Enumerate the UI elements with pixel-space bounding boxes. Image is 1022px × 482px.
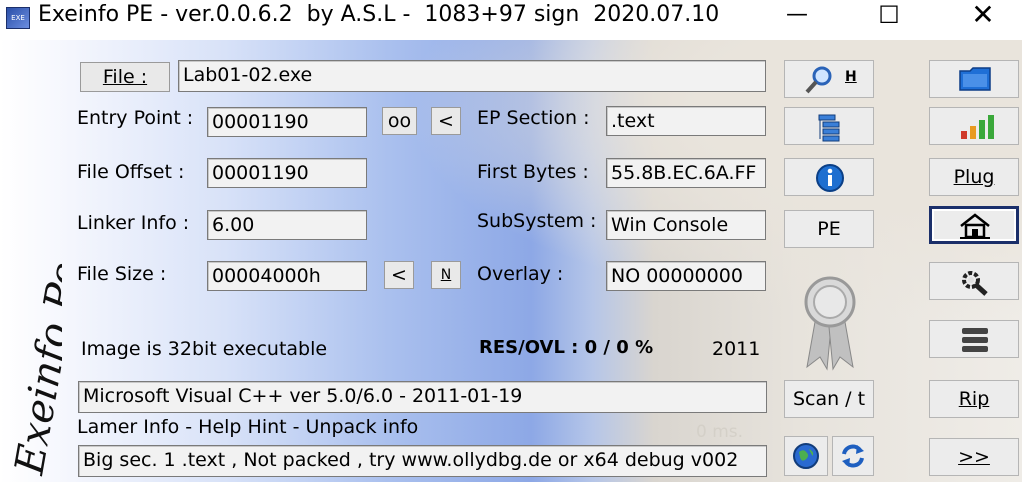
home-button[interactable]: [929, 206, 1019, 244]
refresh-icon: [842, 444, 864, 468]
maximize-button[interactable]: ☐: [866, 0, 912, 32]
bar-chart-icon: [961, 115, 994, 139]
award-ribbon-icon: [804, 276, 856, 371]
plug-label: Plug: [953, 166, 995, 188]
subsystem-label: SubSystem :: [477, 210, 597, 232]
logo-text: Exeinfo Pe: [6, 259, 62, 479]
open-folder-button[interactable]: [929, 60, 1019, 98]
minimize-button[interactable]: —: [774, 0, 820, 32]
hint-field[interactable]: Big sec. 1 .text , Not packed , try www.…: [78, 445, 767, 477]
next-button[interactable]: >>: [929, 438, 1019, 476]
ep-section-field[interactable]: .text: [606, 106, 766, 136]
n-button[interactable]: N: [431, 261, 461, 289]
next-label: >>: [958, 446, 990, 468]
menu-button[interactable]: [929, 320, 1019, 358]
scan-button[interactable]: Scan / t: [784, 380, 874, 418]
main-panel: Exeinfo Pe File : Lab01-02.exe Entry Poi…: [0, 40, 1022, 482]
refresh-button[interactable]: [832, 436, 874, 476]
magnifier-icon: [805, 66, 832, 94]
pe-button[interactable]: PE: [784, 210, 874, 248]
overlay-field[interactable]: NO 00000000: [606, 261, 766, 291]
rip-button[interactable]: Rip: [929, 380, 1019, 418]
file-name-field[interactable]: Lab01-02.exe: [178, 60, 766, 92]
file-offset-label: File Offset :: [77, 161, 185, 183]
info-button[interactable]: [784, 158, 874, 196]
tools-button[interactable]: [929, 262, 1019, 300]
oo-button[interactable]: oo: [382, 107, 417, 135]
subsystem-field[interactable]: Win Console: [606, 210, 766, 240]
entry-point-field[interactable]: 00001190: [207, 107, 367, 137]
tools-icon: [962, 271, 988, 296]
plug-button[interactable]: Plug: [929, 158, 1019, 196]
year-text: 2011: [712, 338, 761, 360]
exeinfo-logo: Exeinfo Pe: [6, 259, 62, 479]
size-back-button[interactable]: <: [384, 261, 414, 289]
lamer-info-link[interactable]: Lamer Info - Help Hint - Unpack info: [77, 416, 418, 438]
globe-button[interactable]: [784, 436, 828, 476]
close-button[interactable]: ✕: [960, 0, 1006, 32]
first-bytes-label: First Bytes :: [477, 161, 589, 183]
stack-icon: [962, 328, 988, 352]
folder-icon: [959, 67, 991, 91]
globe-icon: [793, 443, 819, 469]
ep-back-button[interactable]: <: [431, 107, 461, 135]
search-hex-button[interactable]: H: [784, 60, 874, 98]
sections-button[interactable]: [784, 107, 874, 145]
file-button[interactable]: File :: [80, 62, 170, 92]
image-type-text: Image is 32bit executable: [81, 338, 328, 360]
home-icon: [960, 213, 990, 239]
file-size-label: File Size :: [77, 263, 167, 285]
detection-field[interactable]: Microsoft Visual C++ ver 5.0/6.0 - 2011-…: [78, 381, 767, 413]
file-offset-field[interactable]: 00001190: [207, 158, 367, 188]
file-size-field[interactable]: 00004000h: [207, 261, 367, 291]
res-ovl-text: RES/OVL : 0 / 0 %: [479, 337, 654, 358]
rip-label: Rip: [958, 388, 990, 410]
linker-info-label: Linker Info :: [77, 212, 190, 234]
app-icon: EXE: [6, 7, 30, 29]
entry-point-label: Entry Point :: [77, 107, 194, 129]
linker-info-field[interactable]: 6.00: [207, 210, 367, 240]
title-bar: EXE Exeinfo PE - ver.0.0.6.2 by A.S.L - …: [0, 0, 1022, 32]
sections-list-icon: [818, 114, 840, 142]
first-bytes-field[interactable]: 55.8B.EC.6A.FF: [606, 158, 766, 188]
ep-section-label: EP Section :: [477, 107, 590, 129]
overlay-label: Overlay :: [477, 263, 564, 285]
info-icon: [816, 164, 844, 192]
window-title: Exeinfo PE - ver.0.0.6.2 by A.S.L - 1083…: [38, 2, 720, 27]
file-button-label: File :: [102, 66, 148, 88]
h-label: H: [845, 69, 857, 85]
stats-button[interactable]: [929, 107, 1019, 145]
status-text: 0 ms.: [696, 422, 744, 442]
